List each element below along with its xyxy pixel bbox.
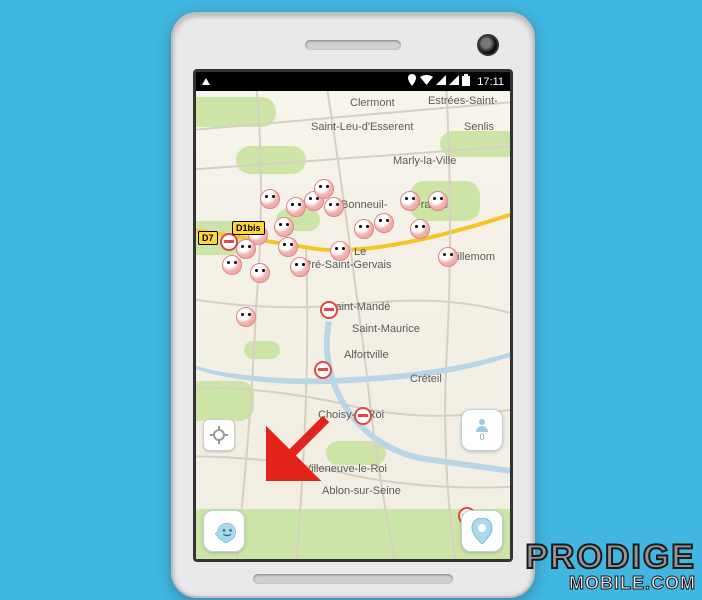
wazer-icon[interactable] xyxy=(274,217,294,237)
speaker-grill xyxy=(253,574,453,584)
main-menu-button[interactable] xyxy=(203,510,245,552)
watermark-line2: MOBILE.COM xyxy=(525,573,696,594)
wazer-icon[interactable] xyxy=(400,191,420,211)
front-camera xyxy=(477,34,499,56)
wazer-icon[interactable] xyxy=(236,239,256,259)
wifi-icon xyxy=(420,75,433,88)
wazer-icon[interactable] xyxy=(222,255,242,275)
recenter-button[interactable] xyxy=(203,419,235,451)
signal2-icon xyxy=(449,75,459,88)
wazer-icon[interactable] xyxy=(410,219,430,239)
wazer-icon[interactable] xyxy=(236,307,256,327)
report-pin-icon xyxy=(471,518,493,544)
battery-icon xyxy=(462,74,470,89)
earpiece-grill xyxy=(305,40,401,50)
person-icon xyxy=(474,418,490,432)
android-status-bar: 17:11 xyxy=(196,72,510,91)
wazer-icon[interactable] xyxy=(314,179,334,199)
usb-icon xyxy=(202,78,210,85)
road-shield: D7 xyxy=(198,231,218,245)
wazer-icon[interactable] xyxy=(428,191,448,211)
waze-icon xyxy=(211,519,237,543)
wazer-icon[interactable] xyxy=(354,219,374,239)
wazer-icon[interactable] xyxy=(438,247,458,267)
wazer-icon[interactable] xyxy=(250,263,270,283)
signal-icon xyxy=(436,75,446,88)
hazard-icon[interactable] xyxy=(320,301,338,319)
crosshair-icon xyxy=(210,426,228,444)
hazard-icon[interactable] xyxy=(314,361,332,379)
phone-frame: 17:11 xyxy=(171,12,535,598)
wazer-icon[interactable] xyxy=(286,197,306,217)
road-shield: D1bis xyxy=(232,221,265,235)
watermark-line1: PRODIGE xyxy=(525,542,696,573)
report-button[interactable] xyxy=(461,510,503,552)
watermark: PRODIGE MOBILE.COM xyxy=(525,542,696,594)
wazer-icon[interactable] xyxy=(374,213,394,233)
status-time: 17:11 xyxy=(477,76,504,88)
wazer-icon[interactable] xyxy=(330,241,350,261)
hazard-icon[interactable] xyxy=(354,407,372,425)
friends-button[interactable]: 0 xyxy=(461,409,503,451)
friends-count: 0 xyxy=(479,432,484,442)
wazer-icon[interactable] xyxy=(324,197,344,217)
waze-map[interactable]: ClermontEstrées-Saint-Saint-Leu-d'Essere… xyxy=(196,91,510,559)
device-screen: 17:11 xyxy=(193,69,513,562)
wazer-icon[interactable] xyxy=(260,189,280,209)
wazer-icon[interactable] xyxy=(290,257,310,277)
location-icon xyxy=(407,74,417,89)
hazard-icon[interactable] xyxy=(220,233,238,251)
wazer-icon[interactable] xyxy=(278,237,298,257)
